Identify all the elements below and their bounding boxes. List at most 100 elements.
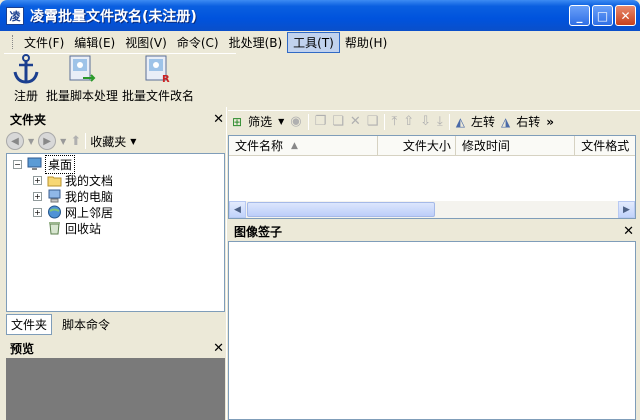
minimize-button[interactable]: _ xyxy=(569,5,590,26)
forward-dropdown-icon[interactable]: ▼ xyxy=(60,137,66,146)
image-panel-close[interactable]: ✕ xyxy=(623,224,634,239)
filter-icon[interactable]: ⊞ xyxy=(232,115,242,129)
preview-panel-close[interactable]: ✕ xyxy=(213,341,224,356)
batch-rename-button[interactable]: R 批量文件改名 xyxy=(122,53,194,107)
preview-panel-title: 预览 xyxy=(10,341,35,356)
view-icon[interactable]: ◉ xyxy=(290,114,301,129)
desktop-icon xyxy=(26,156,42,172)
toolbar-grip[interactable] xyxy=(12,35,15,49)
preview-area xyxy=(6,358,225,420)
expand-icon[interactable]: + xyxy=(33,175,42,185)
favorites-dropdown-icon[interactable]: ▼ xyxy=(130,137,136,146)
filter-button[interactable]: 筛选 xyxy=(248,113,272,130)
expand-icon[interactable]: + xyxy=(33,207,42,217)
paste-icon[interactable]: ❏ xyxy=(332,114,344,129)
menu-bar: 文件(F) 编辑(E) 视图(V) 命令(C) 批处理(B) 工具(T) 帮助(… xyxy=(4,31,636,53)
title-bar[interactable]: 凌 凌霄批量文件改名(未注册) _ □ ✕ xyxy=(0,0,640,31)
file-toolbar: ⊞ 筛选 ▼ ◉ ❐ ❏ ✕ ❑ ⤒ ⇧ ⇩ ⤓ ◭ 左转 ◮ 右转 » xyxy=(228,110,640,132)
tree-label-my-documents: 我的文档 xyxy=(65,173,114,188)
back-dropdown-icon[interactable]: ▼ xyxy=(28,137,34,146)
separator xyxy=(85,133,87,149)
move-bottom-icon[interactable]: ⤓ xyxy=(437,114,443,129)
tree-node-network[interactable]: + 网上邻居 xyxy=(7,204,224,220)
separator xyxy=(448,113,450,130)
maximize-button[interactable]: □ xyxy=(592,5,613,26)
menu-tools[interactable]: 工具(T) xyxy=(287,31,340,53)
scroll-thumb[interactable] xyxy=(247,202,435,217)
filter-dropdown-icon[interactable]: ▼ xyxy=(278,117,284,126)
column-filesize-label: 文件大小 xyxy=(402,139,451,153)
forward-icon[interactable]: ▶ xyxy=(38,132,57,150)
scroll-left-icon[interactable]: ◀ xyxy=(229,201,246,218)
register-label: 注册 xyxy=(13,89,38,103)
svg-text:R: R xyxy=(162,74,170,84)
horizontal-scrollbar[interactable]: ◀ ▶ xyxy=(229,201,635,218)
menu-file[interactable]: 文件(F) xyxy=(19,33,69,52)
rotate-left-icon[interactable]: ◭ xyxy=(456,115,465,129)
column-format[interactable]: 文件格式 xyxy=(575,136,635,155)
computer-icon xyxy=(46,188,62,204)
menu-command[interactable]: 命令(C) xyxy=(172,33,224,52)
file-list-header: 文件名称 ▲ 文件大小 修改时间 文件格式 xyxy=(229,136,635,156)
anchor-icon xyxy=(10,53,42,85)
folder-panel-title: 文件夹 xyxy=(10,112,47,127)
rotate-right-button[interactable]: 右转 xyxy=(516,113,540,130)
folder-tree[interactable]: − 桌面 + 我的文档 + 我的电脑 + 网上邻居 回收站 xyxy=(6,153,225,312)
folder-panel-close[interactable]: ✕ xyxy=(213,112,224,127)
batch-rename-label: 批量文件改名 xyxy=(122,89,195,103)
tree-label-recycle-bin: 回收站 xyxy=(65,221,102,236)
separator xyxy=(307,113,309,130)
up-folder-icon[interactable]: ⬆ xyxy=(70,134,81,149)
column-modified[interactable]: 修改时间 xyxy=(456,136,576,155)
toolbar-overflow[interactable]: » xyxy=(546,115,554,129)
favorites-button[interactable]: 收藏夹 xyxy=(90,133,126,150)
delete-icon[interactable]: ✕ xyxy=(350,114,361,129)
rename-icon: R xyxy=(142,53,174,85)
menu-help[interactable]: 帮助(H) xyxy=(340,33,392,52)
column-filename[interactable]: 文件名称 ▲ xyxy=(229,136,379,155)
rotate-right-icon[interactable]: ◮ xyxy=(501,115,510,129)
tree-node-my-computer[interactable]: + 我的电脑 xyxy=(7,188,224,204)
image-panel-header: 图像签子 ✕ xyxy=(228,221,640,241)
register-button[interactable]: 注册 xyxy=(10,53,42,107)
menu-view[interactable]: 视图(V) xyxy=(120,33,172,52)
script-icon xyxy=(66,53,98,85)
folder-panel-header: 文件夹 ✕ xyxy=(6,109,228,129)
menu-batch[interactable]: 批处理(B) xyxy=(224,33,288,52)
folder-toolbar: ◀ ▼ ▶ ▼ ⬆ 收藏夹 ▼ xyxy=(6,130,228,152)
tree-node-recycle-bin[interactable]: 回收站 xyxy=(7,220,224,236)
main-toolbar: 注册 批量脚本处理 R 批量文件改名 xyxy=(4,53,236,107)
image-area xyxy=(228,241,636,420)
batch-script-button[interactable]: 批量脚本处理 xyxy=(46,53,118,107)
file-list[interactable]: 文件名称 ▲ 文件大小 修改时间 文件格式 ◀ ▶ xyxy=(228,135,636,219)
image-panel-title: 图像签子 xyxy=(234,224,283,239)
network-icon xyxy=(46,204,62,220)
tree-label-network: 网上邻居 xyxy=(65,205,114,220)
back-icon[interactable]: ◀ xyxy=(6,132,24,150)
copy-icon[interactable]: ❐ xyxy=(315,114,327,129)
column-filename-label: 文件名称 xyxy=(235,139,284,153)
left-panel-tabs: 文件夹 脚本命令 xyxy=(6,313,225,335)
move-down-icon[interactable]: ⇩ xyxy=(420,114,431,129)
tree-node-my-documents[interactable]: + 我的文档 xyxy=(7,172,224,188)
sort-asc-icon: ▲ xyxy=(291,140,298,151)
move-up-icon[interactable]: ⇧ xyxy=(403,114,414,129)
separator xyxy=(384,113,386,130)
tab-script-command[interactable]: 脚本命令 xyxy=(58,315,114,334)
properties-icon[interactable]: ❑ xyxy=(367,114,379,129)
batch-script-label: 批量脚本处理 xyxy=(46,89,119,103)
move-top-icon[interactable]: ⤒ xyxy=(391,114,397,129)
menu-edit[interactable]: 编辑(E) xyxy=(69,33,120,52)
scroll-right-icon[interactable]: ▶ xyxy=(618,201,635,218)
preview-panel-header: 预览 ✕ xyxy=(6,338,228,358)
window-title: 凌霄批量文件改名(未注册) xyxy=(30,8,197,25)
rotate-left-button[interactable]: 左转 xyxy=(471,113,495,130)
tab-folder[interactable]: 文件夹 xyxy=(6,313,53,335)
tree-node-desktop[interactable]: − 桌面 xyxy=(7,154,224,174)
recycle-bin-icon xyxy=(46,220,62,236)
close-button[interactable]: ✕ xyxy=(615,5,636,26)
expand-icon[interactable]: + xyxy=(33,191,42,201)
collapse-icon[interactable]: − xyxy=(13,159,22,169)
column-filesize[interactable]: 文件大小 xyxy=(378,136,456,155)
column-format-label: 文件格式 xyxy=(581,139,630,153)
